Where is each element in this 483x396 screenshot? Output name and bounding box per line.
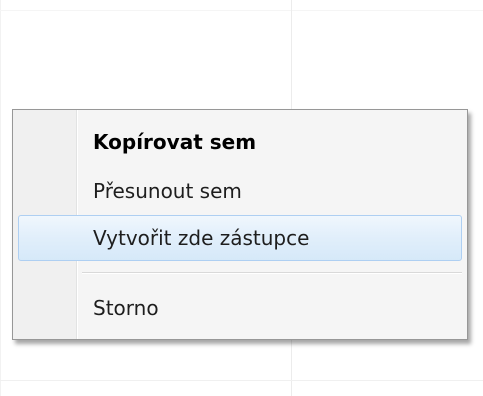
window-top-gridline bbox=[0, 10, 483, 11]
menu-item-label: Storno bbox=[93, 296, 159, 320]
menu-item-label: Kopírovat sem bbox=[93, 130, 257, 154]
menu-separator bbox=[82, 272, 462, 274]
menu-item-move-here[interactable]: Přesunout sem bbox=[18, 168, 462, 214]
menu-item-copy-here[interactable]: Kopírovat sem bbox=[18, 119, 462, 165]
window-left-edge bbox=[0, 0, 1, 396]
menu-item-label: Přesunout sem bbox=[93, 179, 242, 203]
menu-item-label: Vytvořit zde zástupce bbox=[93, 226, 310, 250]
window-bottom-gridline bbox=[0, 380, 483, 381]
menu-item-cancel[interactable]: Storno bbox=[18, 285, 462, 331]
menu-item-create-shortcut[interactable]: Vytvořit zde zástupce bbox=[18, 215, 462, 261]
drag-drop-context-menu: Kopírovat sem Přesunout sem Vytvořit zde… bbox=[12, 109, 468, 340]
